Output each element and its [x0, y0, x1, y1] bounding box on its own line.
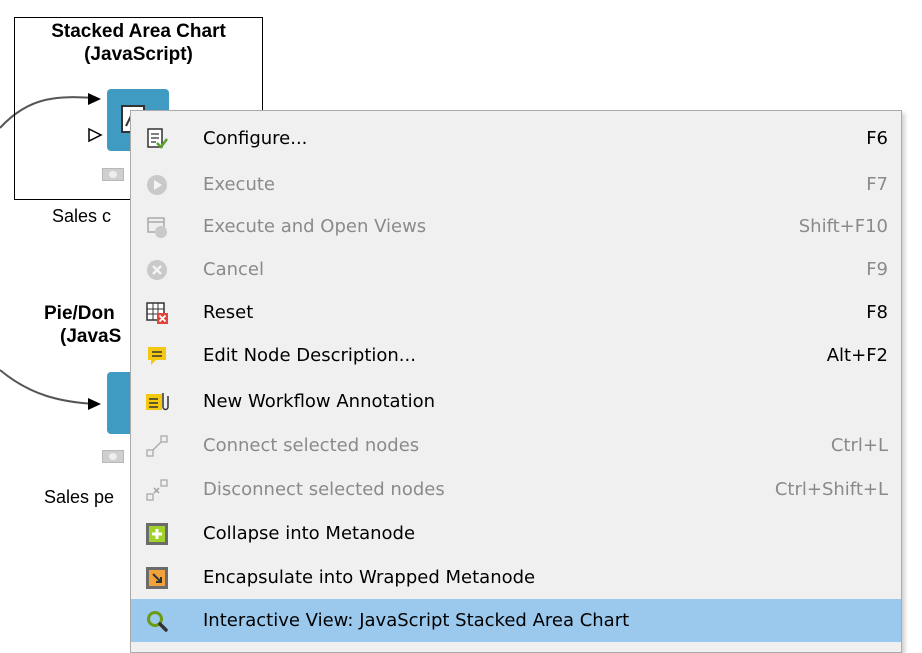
- menu-item-label: Execute and Open Views: [203, 216, 427, 237]
- menu-item-shortcut: F9: [866, 259, 888, 280]
- node-title-line2: (JavaScript): [84, 44, 193, 65]
- node-title: Stacked Area Chart (JavaScript): [14, 20, 263, 66]
- node-title-line1: Stacked Area Chart: [51, 21, 226, 42]
- wrapped-metanode-icon: [145, 566, 169, 590]
- node-title-line2: (JavaS: [60, 326, 122, 347]
- menu-item-execute[interactable]: Execute F7: [131, 163, 901, 206]
- menu-item-label: Interactive View: JavaScript Stacked Are…: [203, 610, 630, 631]
- node-title: Pie/Don (JavaS: [44, 302, 142, 348]
- menu-item-shortcut: Shift+F10: [798, 216, 888, 237]
- menu-item-reset[interactable]: Reset F8: [131, 291, 901, 334]
- menu-item-label: New Workflow Annotation: [203, 391, 436, 412]
- interactive-view-icon: [145, 609, 169, 633]
- menu-item-annotation[interactable]: New Workflow Annotation: [131, 380, 901, 423]
- execute-icon: [145, 173, 169, 197]
- collapse-metanode-icon: [145, 522, 169, 546]
- menu-item-label: Reset: [203, 302, 254, 323]
- menu-item-label: Execute: [203, 174, 275, 195]
- cancel-icon: [145, 258, 169, 282]
- configure-icon: [145, 127, 169, 151]
- menu-item-label: Collapse into Metanode: [203, 523, 416, 544]
- node-title-line1: Pie/Don: [44, 303, 115, 324]
- menu-item-connect-nodes[interactable]: Connect selected nodes Ctrl+L: [131, 424, 901, 467]
- node-label[interactable]: Sales c: [52, 206, 111, 227]
- menu-item-shortcut: Ctrl+Shift+L: [774, 479, 888, 500]
- connect-nodes-icon: [145, 434, 169, 458]
- disconnect-nodes-icon: [145, 478, 169, 502]
- menu-item-label: Encapsulate into Wrapped Metanode: [203, 567, 536, 588]
- menu-item-shortcut: F8: [866, 302, 888, 323]
- menu-item-label: Connect selected nodes: [203, 435, 420, 456]
- menu-item-shortcut: F7: [866, 174, 888, 195]
- input-port-icon[interactable]: [87, 396, 103, 412]
- menu-item-wrapped-metanode[interactable]: Encapsulate into Wrapped Metanode: [131, 556, 901, 599]
- menu-item-collapse-metanode[interactable]: Collapse into Metanode: [131, 512, 901, 555]
- menu-item-label: Cancel: [203, 259, 264, 280]
- node-status-indicator: [102, 450, 124, 463]
- menu-item-shortcut: F6: [866, 128, 888, 149]
- execute-open-views-icon: [145, 215, 169, 239]
- menu-item-shortcut: Ctrl+L: [830, 435, 888, 456]
- menu-item-label: Disconnect selected nodes: [203, 479, 445, 500]
- menu-item-configure[interactable]: Configure... F6: [131, 117, 901, 160]
- node-label[interactable]: Sales pe: [44, 487, 114, 508]
- menu-item-edit-description[interactable]: Edit Node Description... Alt+F2: [131, 334, 901, 377]
- input-port-icon[interactable]: [87, 91, 103, 107]
- context-menu: Configure... F6 Execute F7 Execute and Open …: [130, 110, 902, 653]
- reset-icon: [145, 301, 169, 325]
- node-status-indicator: [102, 168, 124, 181]
- input-port-icon[interactable]: [87, 127, 103, 143]
- edit-description-icon: [145, 344, 169, 368]
- menu-item-label: Configure...: [203, 128, 308, 149]
- annotation-icon: [145, 390, 169, 414]
- menu-item-shortcut: Alt+F2: [826, 345, 888, 366]
- menu-item-label: Edit Node Description...: [203, 345, 416, 366]
- menu-item-execute-open-views[interactable]: Execute and Open Views Shift+F10: [131, 205, 901, 248]
- menu-item-cancel[interactable]: Cancel F9: [131, 248, 901, 291]
- menu-item-disconnect-nodes[interactable]: Disconnect selected nodes Ctrl+Shift+L: [131, 468, 901, 511]
- menu-item-interactive-view[interactable]: Interactive View: JavaScript Stacked Are…: [131, 599, 901, 642]
